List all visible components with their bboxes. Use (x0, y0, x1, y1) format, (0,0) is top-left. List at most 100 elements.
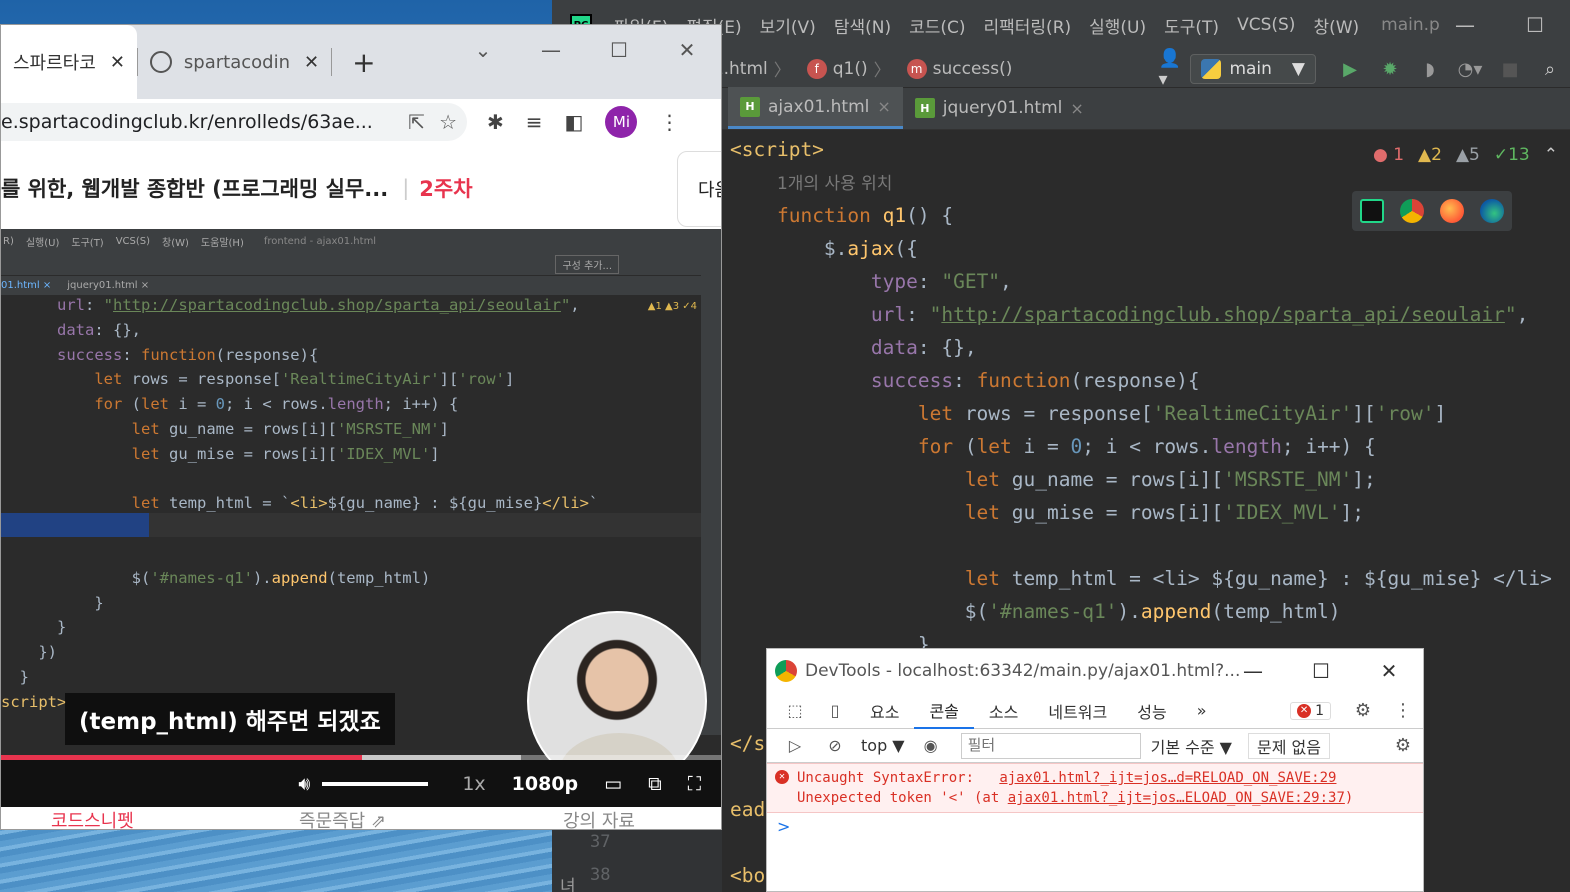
video-controls: 🔊︎ 1x 1080p ▭ ⧉ ⛶ (1, 760, 721, 807)
code-line: let gu_mise = rows[i]['IDEX_MVL']; (964, 501, 1364, 524)
tab-lecture-materials[interactable]: 강의 자료 (563, 807, 635, 829)
tab-qna[interactable]: 즉문즉답 ⇗ (299, 807, 386, 829)
course-title: 를 위한, 웹개발 종합반 (프로그래밍 실무... (1, 176, 389, 201)
ide-menu-refactor[interactable]: 리팩터링(R) (984, 13, 1072, 38)
share-icon[interactable]: ⇱ (408, 110, 425, 134)
fullscreen-icon[interactable]: ⛶ (688, 773, 701, 795)
ide-menu-code[interactable]: 코드(C) (909, 13, 965, 38)
devtools-close-button[interactable]: ✕ (1355, 649, 1423, 693)
profile-icon[interactable]: ◔▾ (1458, 57, 1483, 81)
ide-menu-run[interactable]: 실행(U) (1089, 13, 1146, 38)
error-source-link[interactable]: ajax01.html?_ijt=jos…d=RELOAD_ON_SAVE:29 (999, 770, 1336, 786)
code-line: <script> (730, 138, 824, 161)
globe-icon (149, 51, 172, 73)
ide-menu-window[interactable]: 창(W) (1313, 13, 1359, 38)
context-select[interactable]: top ▼ (861, 736, 905, 755)
side-panel-icon[interactable]: ◧ (565, 110, 584, 134)
code-line: $.ajax({ (823, 237, 918, 260)
search-icon[interactable]: ⌕ (1538, 57, 1562, 81)
tab-close-icon[interactable]: × (877, 97, 890, 116)
console-prompt[interactable]: > (767, 813, 1423, 840)
ide-minimize-button[interactable]: — (1430, 0, 1500, 50)
clear-console-icon[interactable]: ⊘ (823, 734, 847, 758)
extensions-puzzle-icon[interactable]: ✱ (487, 110, 504, 134)
user-icon[interactable]: 👤▾ (1158, 48, 1182, 90)
ide-menu-vcs[interactable]: VCS(S) (1237, 15, 1295, 35)
browser-tab-active[interactable]: 스파르타코 ✕ (1, 25, 137, 99)
tab-search-chevron-icon[interactable]: ⌄ (449, 38, 517, 62)
run-config-select[interactable]: main ▼ (1190, 54, 1316, 84)
tab-console[interactable]: 콘솔 (914, 693, 974, 729)
tab-sources[interactable]: 소스 (974, 693, 1033, 729)
console-error-message: ✕ Uncaught SyntaxError: ajax01.html?_ijt… (767, 763, 1423, 813)
picture-in-picture-icon[interactable]: ⧉ (648, 773, 662, 795)
issues-button[interactable]: 문제 없음 (1247, 732, 1330, 759)
week-label: 2주차 (419, 176, 473, 201)
code-line: let gu_name = rows[i]['MSRSTE_NM']; (964, 468, 1376, 491)
stop-icon[interactable]: ■ (1498, 57, 1522, 81)
profile-avatar[interactable]: Mi (605, 106, 638, 138)
browser-close-button[interactable]: ✕ (653, 38, 721, 62)
tab-jquery01[interactable]: H jquery01.html × (903, 87, 1096, 129)
video-ide-toolbar: 구성 추가... (1, 253, 721, 275)
coverage-icon[interactable]: ◗ (1418, 57, 1442, 81)
devtools-minimize-button[interactable]: — (1219, 649, 1287, 693)
tab-elements[interactable]: 요소 (855, 693, 914, 729)
tab-close-icon[interactable]: × (1070, 99, 1083, 118)
devtools-titlebar: DevTools - localhost:63342/main.py/ajax0… (767, 649, 1423, 693)
error-badge[interactable]: ✕ 1 (1290, 701, 1331, 720)
quality-button[interactable]: 1080p (512, 773, 578, 795)
console-settings-gear-icon[interactable]: ⚙ (1391, 734, 1415, 758)
volume-icon[interactable]: 🔊︎ (298, 773, 310, 795)
breadcrumb-method-success[interactable]: m success() (906, 58, 1012, 79)
kebab-menu-icon[interactable]: ⋮ (1391, 699, 1415, 723)
log-levels-select[interactable]: 기본 수준 ▼ (1151, 734, 1232, 758)
console-filter-input[interactable] (960, 732, 1141, 759)
debug-icon[interactable]: ✹ (1378, 57, 1402, 81)
playback-speed-button[interactable]: 1x (462, 773, 485, 795)
ide-menu-navigate[interactable]: 탐색(N) (834, 13, 891, 38)
code-line: $('#names-q1').append(temp_html) (730, 600, 1341, 623)
error-source-link[interactable]: ajax01.html?_ijt=jos…ELOAD_ON_SAVE:29:37 (1008, 790, 1345, 806)
error-icon: ✕ (775, 770, 789, 784)
more-tabs-icon[interactable]: » (1182, 693, 1222, 729)
browser-minimize-button[interactable]: — (517, 38, 585, 62)
kebab-menu-icon[interactable]: ⋮ (659, 110, 679, 134)
media-control-icon[interactable]: ≡ (526, 110, 543, 134)
code-line: let rows = response['RealtimeCityAir']['… (917, 402, 1447, 425)
tab-ajax01[interactable]: H ajax01.html × (728, 87, 903, 129)
device-toolbar-icon[interactable]: ▯ (823, 699, 847, 723)
run-icon[interactable]: ▶ (1338, 57, 1362, 81)
eye-icon[interactable]: ◉ (919, 734, 943, 758)
subtitles-icon[interactable]: ▭ (604, 773, 622, 795)
ide-maximize-button[interactable]: ☐ (1500, 0, 1570, 50)
code-line: function q1() { (776, 204, 954, 227)
method-icon: m (906, 58, 927, 79)
tab-network[interactable]: 네트워크 (1033, 693, 1122, 729)
gear-icon[interactable]: ⚙ (1351, 699, 1375, 723)
tab-performance[interactable]: 성능 (1122, 693, 1181, 729)
inspect-element-icon[interactable]: ⬚ (783, 699, 807, 723)
line-number: 38 (590, 865, 611, 885)
ide-menu-tools[interactable]: 도구(T) (1164, 13, 1219, 38)
tab-code-snippet[interactable]: 코드스니펫 (51, 807, 134, 829)
chrome-window: 스파르타코 ✕ spartacodin ✕ + ⌄ — ☐ ✕ e.sparta… (0, 24, 722, 830)
browser-tab[interactable]: spartacodin ✕ (138, 42, 331, 82)
volume-slider[interactable] (322, 781, 429, 786)
devtools-maximize-button[interactable]: ☐ (1287, 649, 1355, 693)
function-icon: f (806, 58, 827, 79)
next-lesson-button[interactable]: 다음 (677, 151, 721, 227)
tab-close-icon[interactable]: ✕ (304, 52, 319, 73)
tab-close-icon[interactable]: ✕ (110, 52, 125, 73)
bookmark-star-icon[interactable]: ☆ (439, 110, 457, 134)
new-tab-button[interactable]: + (352, 46, 375, 79)
browser-toolbar: e.spartacodingclub.kr/enrolleds/63ae... … (1, 99, 721, 145)
ide-menu-view[interactable]: 보기(V) (760, 13, 816, 38)
breadcrumb-function-q1[interactable]: f q1() 〉 (806, 56, 897, 81)
address-bar[interactable]: e.spartacodingclub.kr/enrolleds/63ae... … (1, 103, 467, 141)
browser-maximize-button[interactable]: ☐ (585, 38, 653, 62)
sidebar-toggle-icon[interactable]: ▷ (783, 734, 807, 758)
usage-hint: 1개의 사용 위치 (776, 174, 893, 194)
devtools-tabs: ⬚ ▯ 요소 콘솔 소스 네트워크 성능 » ✕ 1 ⚙ ⋮ (767, 693, 1423, 729)
